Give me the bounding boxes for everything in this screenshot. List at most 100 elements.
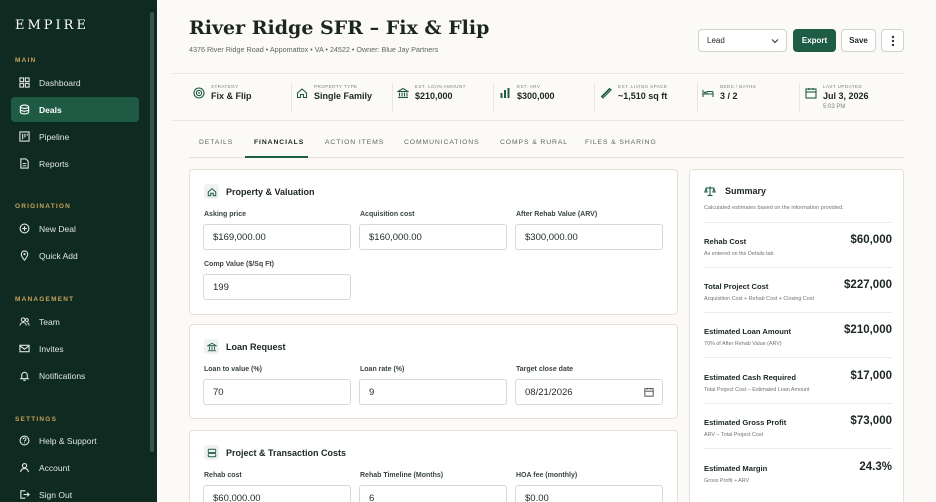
summary-value: $210,000 bbox=[844, 324, 892, 336]
target-close-date-input[interactable]: 08/21/2026 bbox=[515, 379, 663, 405]
loan-rate-label: Loan rate (%) bbox=[360, 366, 405, 373]
summary-desc: As entered on the Details tab bbox=[704, 251, 774, 257]
stat-value: $210,000 bbox=[415, 91, 453, 101]
stat-label: PROPERTY TYPE bbox=[314, 84, 358, 89]
asking-price-input[interactable]: $169,000.00 bbox=[203, 224, 351, 250]
sidebar-item-pipeline[interactable]: Pipeline bbox=[11, 124, 139, 149]
stat-label: EST. LIVING SPACE bbox=[618, 84, 668, 89]
main-content: River Ridge SFR – Fix & Flip 4376 River … bbox=[157, 0, 936, 502]
stat-divider bbox=[594, 83, 595, 113]
loan-rate-input[interactable]: 9 bbox=[359, 379, 507, 405]
card-header: Property & Valuation bbox=[204, 184, 315, 199]
card-title: Project & Transaction Costs bbox=[226, 447, 347, 458]
summary-value: $60,000 bbox=[850, 234, 892, 246]
card-title: Summary bbox=[725, 186, 767, 196]
stat-value: $300,000 bbox=[517, 91, 555, 101]
help-icon bbox=[19, 435, 30, 446]
sidebar-item-label: Account bbox=[39, 462, 70, 473]
target-close-label: Target close date bbox=[516, 366, 574, 373]
comp-value-input[interactable]: 199 bbox=[203, 274, 351, 300]
rehab-timeline-label: Rehab Timeline (Months) bbox=[360, 472, 444, 479]
plus-circle-icon bbox=[19, 223, 30, 234]
summary-label: Total Project Cost bbox=[704, 282, 769, 291]
sidebar-item-new-deal[interactable]: New Deal bbox=[11, 216, 139, 241]
save-button[interactable]: Save bbox=[841, 29, 876, 52]
arv-label: After Rehab Value (ARV) bbox=[516, 211, 598, 218]
sidebar-item-label: Help & Support bbox=[39, 435, 97, 446]
calendar-icon[interactable] bbox=[644, 387, 654, 397]
acquisition-cost-label: Acquisition cost bbox=[360, 211, 415, 218]
tab-files-sharing[interactable]: FILES & SHARING bbox=[585, 139, 657, 146]
stat-label: EST. ARV bbox=[517, 84, 541, 89]
list-icon bbox=[204, 445, 219, 460]
sidebar-item-notifications[interactable]: Notifications bbox=[11, 363, 139, 388]
section-label-main: MAIN bbox=[15, 57, 37, 64]
stat-value: Single Family bbox=[314, 91, 373, 101]
tab-financials[interactable]: FINANCIALS bbox=[254, 139, 304, 146]
more-options-button[interactable] bbox=[881, 29, 904, 52]
card-header: Project & Transaction Costs bbox=[204, 445, 346, 460]
tab-details[interactable]: DETAILS bbox=[199, 139, 233, 146]
hoa-fee-label: HOA fee (monthly) bbox=[516, 472, 578, 479]
bar-chart-icon bbox=[500, 88, 510, 98]
divider bbox=[704, 222, 892, 223]
sidebar-item-label: Reports bbox=[39, 158, 69, 169]
summary-label: Estimated Gross Profit bbox=[704, 418, 787, 427]
brand-logo[interactable]: EMPIRE bbox=[15, 18, 89, 33]
sidebar-item-dashboard[interactable]: Dashboard bbox=[11, 70, 139, 95]
sidebar-item-help[interactable]: Help & Support bbox=[11, 428, 139, 453]
pin-icon bbox=[20, 250, 29, 261]
rehab-timeline-input[interactable]: 6 bbox=[359, 485, 507, 502]
summary-desc: ARV – Total Project Cost bbox=[704, 432, 764, 438]
asking-price-label: Asking price bbox=[204, 211, 247, 218]
sidebar-item-deals[interactable]: Deals bbox=[11, 97, 139, 122]
deals-icon bbox=[19, 104, 30, 115]
sidebar-item-team[interactable]: Team bbox=[11, 309, 139, 334]
tab-action-items[interactable]: ACTION ITEMS bbox=[325, 139, 384, 146]
acquisition-cost-input[interactable]: $160,000.00 bbox=[359, 224, 507, 250]
sidebar-item-invites[interactable]: Invites bbox=[11, 336, 139, 361]
hoa-fee-input[interactable]: $0.00 bbox=[515, 485, 663, 502]
ltv-label: Loan to value (%) bbox=[204, 366, 262, 373]
summary-desc: 70% of After Rehab Value (ARV) bbox=[704, 341, 782, 347]
sidebar-item-quick-add[interactable]: Quick Add bbox=[11, 243, 139, 268]
ruler-icon bbox=[600, 87, 612, 99]
rehab-cost-input[interactable]: $60,000.00 bbox=[203, 485, 351, 502]
deal-tabs: DETAILS FINANCIALS ACTION ITEMS COMMUNIC… bbox=[189, 134, 904, 158]
arv-input[interactable]: $300,000.00 bbox=[515, 224, 663, 250]
sidebar-item-account[interactable]: Account bbox=[11, 455, 139, 480]
sidebar-item-reports[interactable]: Reports bbox=[11, 151, 139, 176]
sidebar-item-label: Quick Add bbox=[39, 250, 78, 261]
stat-divider bbox=[291, 83, 292, 113]
tab-communications[interactable]: COMMUNICATIONS bbox=[404, 139, 480, 146]
summary-desc: Gross Profit ÷ ARV bbox=[704, 478, 750, 484]
sidebar-item-label: Sign Out bbox=[39, 489, 73, 500]
summary-value: $73,000 bbox=[850, 415, 892, 427]
divider bbox=[704, 267, 892, 268]
home-icon bbox=[204, 184, 219, 199]
sidebar-item-label: Deals bbox=[39, 104, 62, 115]
sidebar-item-label: Team bbox=[39, 316, 60, 327]
stat-divider bbox=[392, 83, 393, 113]
stat-value: Jul 3, 2026 bbox=[823, 91, 869, 101]
more-vertical-icon bbox=[891, 35, 894, 46]
card-title: Property & Valuation bbox=[226, 186, 315, 197]
pipeline-icon bbox=[19, 131, 30, 142]
summary-value: $17,000 bbox=[850, 370, 892, 382]
sidebar-item-sign-out[interactable]: Sign Out bbox=[11, 482, 139, 502]
target-icon bbox=[193, 87, 205, 99]
export-button[interactable]: Export bbox=[793, 29, 836, 52]
tab-comps-rural[interactable]: COMPS & RURAL bbox=[500, 139, 568, 146]
sidebar-scrollbar[interactable] bbox=[150, 12, 154, 452]
chevron-down-icon bbox=[771, 39, 779, 44]
stat-sub: 5:03 PM bbox=[823, 104, 846, 110]
divider bbox=[704, 448, 892, 449]
status-select[interactable]: Lead bbox=[698, 29, 787, 52]
calendar-icon bbox=[805, 88, 817, 99]
status-select-value: Lead bbox=[707, 36, 725, 45]
bank-icon bbox=[204, 339, 219, 354]
project-costs-card: Project & Transaction Costs Rehab cost $… bbox=[189, 430, 678, 502]
loan-request-card: Loan Request Loan to value (%) 70 Loan r… bbox=[189, 324, 678, 419]
ltv-input[interactable]: 70 bbox=[203, 379, 351, 405]
stat-value: Fix & Flip bbox=[211, 91, 252, 101]
